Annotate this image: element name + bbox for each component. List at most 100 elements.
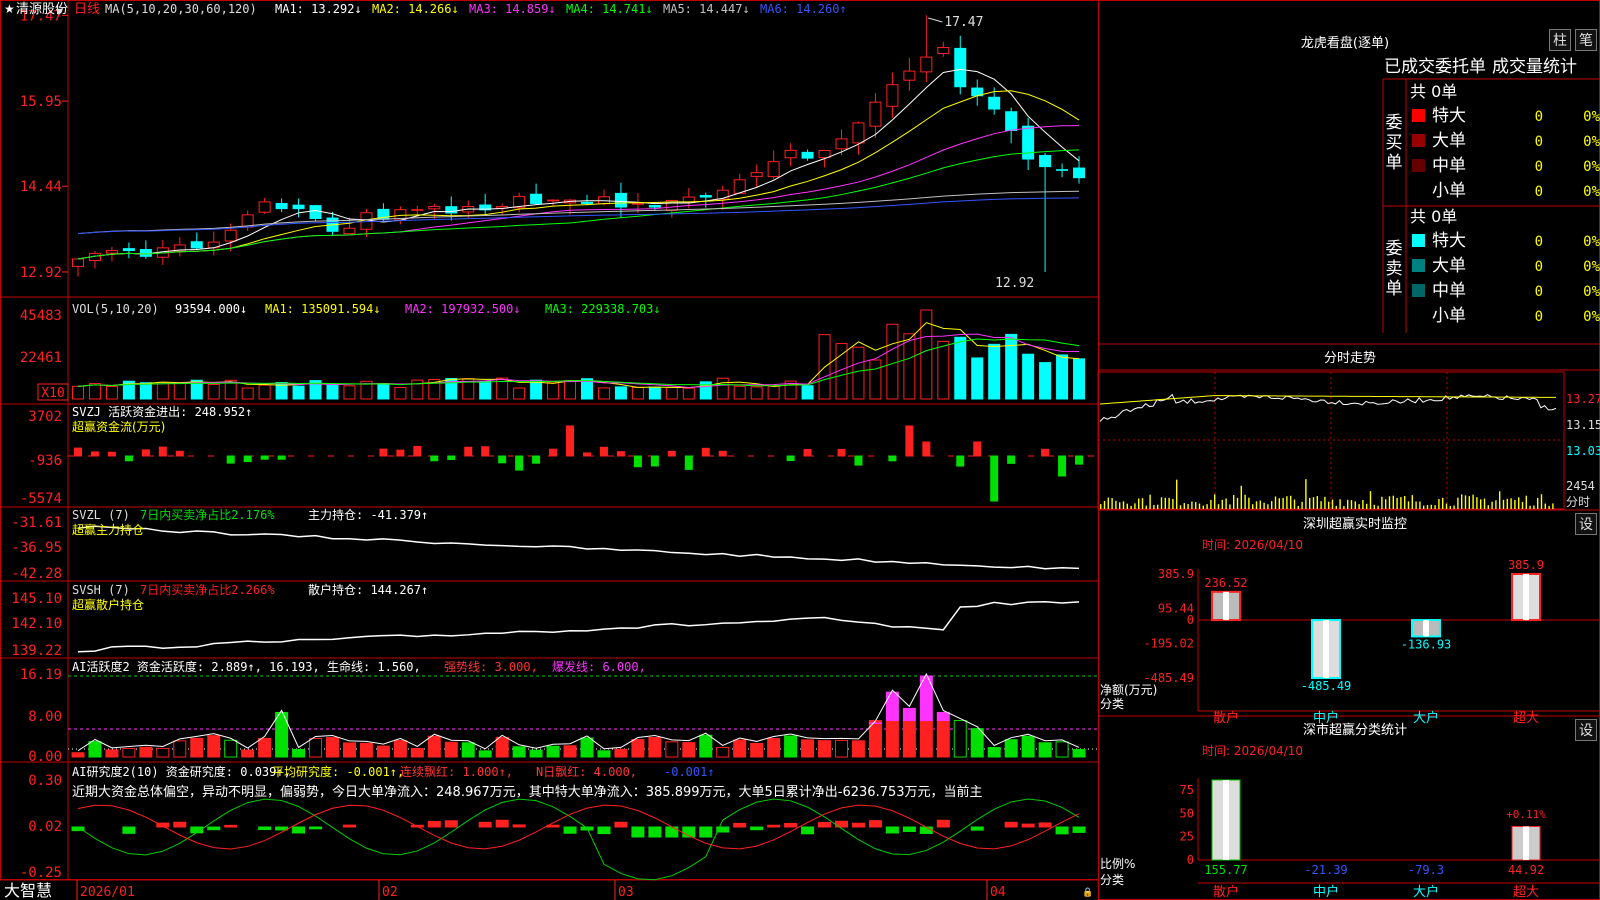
candle-body [428, 205, 441, 210]
buy-order-label: 委 [1386, 113, 1403, 133]
candle-body [801, 151, 814, 159]
research-bar [1004, 821, 1018, 828]
svzj-bar [633, 455, 642, 468]
intraday-vol-bar [1138, 498, 1140, 509]
activity-bar [851, 740, 865, 758]
intraday-vol-bar [1510, 498, 1512, 509]
activity-bar [393, 739, 407, 758]
buy-row-2: 中单 [1432, 156, 1466, 176]
classify-settings-button[interactable]: 设 [1575, 719, 1597, 741]
sell-row-3: 小单 [1432, 306, 1466, 326]
svzl-line [77, 525, 1080, 570]
activity-bar [529, 749, 543, 758]
svzj-bar [464, 446, 473, 457]
intraday-vol-bar [1236, 497, 1239, 509]
intraday-vol-bar [1103, 500, 1106, 509]
svzj-bar [599, 446, 608, 457]
candle-body [818, 150, 831, 159]
research-bar [970, 826, 984, 831]
activity-bar [902, 720, 916, 758]
activity-bar [444, 741, 458, 758]
intraday-vol-bar [1160, 497, 1163, 509]
monitor-settings-button[interactable]: 设 [1575, 513, 1597, 535]
ai-research-axis: 0.02 [28, 819, 62, 835]
intraday-vol-bar [1419, 501, 1421, 509]
intraday-vol-bar [1495, 500, 1497, 509]
monitor-title: 深圳超赢实时监控 [1303, 516, 1407, 532]
volume-bar [665, 386, 678, 400]
vol-unit-label: X10 [41, 386, 64, 401]
intraday-vol-bar [1107, 497, 1109, 509]
research-bar [733, 822, 747, 828]
ma-line-6 [77, 197, 1080, 235]
research-bar [512, 824, 526, 828]
intraday-vol-bar [1210, 499, 1212, 509]
activity-bar [987, 746, 1001, 758]
buy-count: 0 [1535, 134, 1543, 150]
candle-body [784, 149, 797, 159]
ma-value-1: MA1: 13.292↓ [275, 2, 362, 16]
svzj-bar [549, 448, 558, 457]
intraday-vol-bar [1331, 499, 1334, 509]
bar-mode-button[interactable]: 柱 [1549, 29, 1571, 51]
svzj-bar [990, 455, 999, 502]
activity-bar [750, 742, 764, 758]
svzj-bar [583, 452, 591, 457]
svzj-bar [124, 455, 133, 462]
research-bar [173, 821, 187, 828]
candle-body [411, 209, 424, 211]
intraday-vol-bar [1339, 499, 1341, 509]
intraday-vol-bar [1411, 495, 1413, 509]
buy-pct: 0% [1583, 109, 1600, 125]
monitor-axis-label: -195.02 [1143, 636, 1194, 650]
monitor-cat-2: 大户 [1413, 710, 1439, 726]
intraday-vol-bar [1274, 496, 1277, 509]
intraday-vol-bar [1286, 496, 1288, 509]
activity-bar [190, 737, 204, 758]
activity-bar [1055, 741, 1069, 758]
research-bar [258, 826, 272, 831]
tick-mode-button[interactable]: 笔 [1575, 29, 1597, 51]
activity-bar [495, 736, 509, 758]
svzj-bar [430, 455, 439, 462]
ma-value-4: MA4: 14.741↓ [566, 2, 653, 16]
intraday-vol-bar [1240, 485, 1242, 509]
svsh-axis-label: 142.10 [11, 616, 62, 632]
intraday-vol-bar [1187, 504, 1189, 509]
svzj-bar [141, 449, 150, 457]
research-extra-value: -0.001↑ [664, 765, 715, 779]
volume-bar [1039, 362, 1052, 400]
intraday-vol-bar [1293, 499, 1296, 509]
research-bar [648, 826, 662, 838]
svzj-bar [447, 455, 456, 460]
svzl-subtitle: 超赢主力持仓 [72, 522, 144, 537]
intraday-vol-bar [1442, 497, 1444, 509]
volume-bar [173, 382, 186, 400]
activity-bar [512, 746, 526, 758]
sell-pct: 0% [1583, 309, 1600, 325]
intraday-vol-bar [1369, 491, 1372, 509]
research-bar [868, 820, 882, 828]
volume-bar [105, 386, 118, 400]
ma-value-6: MA6: 14.260↑ [760, 2, 847, 16]
intraday-vol-bar [1225, 498, 1227, 509]
intraday-vol-bar [1552, 503, 1554, 509]
ma-label: MA(5,10,20,30,60,120) [105, 2, 257, 16]
classify-axis-label: 50 [1180, 806, 1194, 820]
volume-bar [72, 385, 84, 400]
volume-bar [394, 387, 407, 400]
research-bar [207, 826, 221, 831]
intraday-avg-line [1099, 395, 1557, 405]
period-label: 日线 [74, 2, 100, 17]
intraday-vol-bar [1176, 479, 1178, 509]
volume-bar [1056, 354, 1069, 400]
ai-active-axis: 16.19 [20, 667, 62, 683]
svzj-bar [1075, 455, 1084, 465]
activity-bar [292, 748, 306, 758]
activity-bar [953, 720, 967, 758]
activity-bar [1038, 742, 1052, 758]
volume-bar [903, 333, 916, 400]
intraday-vol-bar [1347, 499, 1349, 509]
intraday-vol-bar [1335, 505, 1337, 509]
svzj-axis-label: -5574 [20, 491, 62, 507]
